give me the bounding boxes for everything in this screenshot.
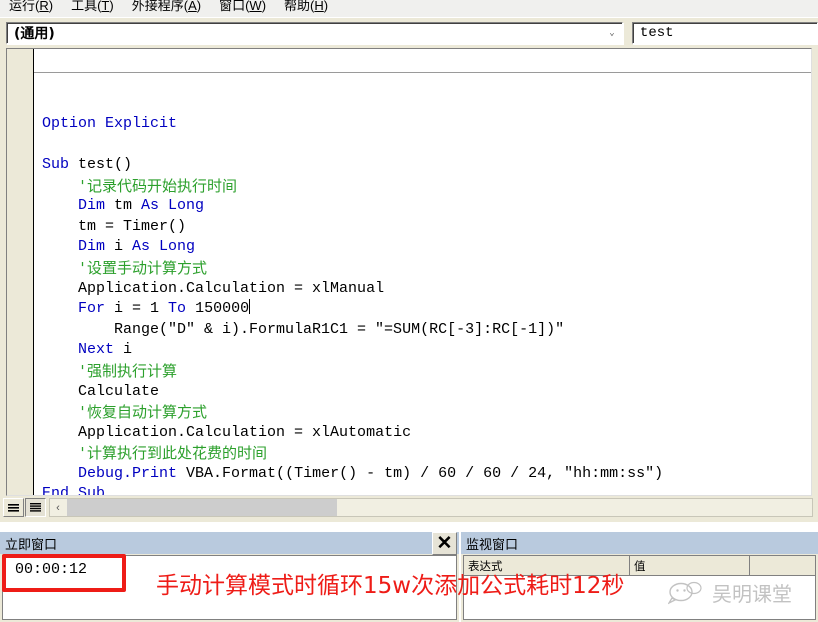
code-line: Dim tm As Long (78, 197, 205, 215)
code-window-view-toolbar: ‹ (3, 497, 813, 518)
menu-item-w[interactable]: 窗口(W) (210, 0, 275, 17)
scroll-left-arrow-icon[interactable]: ‹ (50, 499, 66, 516)
code-line: For i = 1 To 150000 (78, 299, 251, 318)
code-line: Range("D" & i).FormulaR1C1 = "=SUM(RC[-3… (114, 320, 565, 338)
code-line: tm = Timer() (78, 217, 187, 235)
code-line: Sub test() (42, 155, 133, 173)
code-line: Option Explicit (42, 114, 178, 132)
code-editor[interactable]: Option Explicit Sub test() '记录代码开始执行时间 D… (6, 48, 812, 496)
immediate-window-title: 立即窗口 (5, 537, 58, 553)
chevron-down-icon[interactable]: ⌄ (602, 23, 622, 43)
menu-item-h[interactable]: 帮助(H) (275, 0, 337, 17)
horizontal-scrollbar-thumb[interactable] (67, 499, 337, 516)
code-line: Calculate (78, 382, 160, 400)
margin-indicator-bar (7, 49, 34, 495)
object-combobox[interactable]: (通用) ⌄ (6, 22, 623, 44)
procedure-combobox-value: test (639, 25, 674, 41)
code-line: '强制执行计算 (78, 361, 178, 380)
procedure-combobox[interactable]: test (631, 22, 818, 44)
code-window-dropdown-row: (通用) ⌄ test (0, 20, 818, 46)
code-line: Next i (78, 341, 133, 359)
full-module-view-button[interactable] (25, 498, 46, 517)
full-module-view-icon (30, 503, 41, 512)
menu-item-r[interactable]: 运行(R) (0, 0, 62, 17)
code-line: '设置手动计算方式 (78, 258, 208, 277)
watch-column-value[interactable]: 值 (630, 556, 750, 575)
horizontal-scrollbar[interactable]: ‹ (49, 498, 813, 517)
close-icon[interactable]: ✕ (432, 531, 457, 555)
code-window: (通用) ⌄ test Option Explicit Sub test() '… (0, 17, 818, 522)
object-combobox-value: (通用) (14, 26, 55, 42)
annotation-note: 手动计算模式时循环15w次添加公式耗时12秒 (156, 573, 625, 599)
code-line: '计算执行到此处花费的时间 (78, 444, 268, 463)
code-line: '记录代码开始执行时间 (78, 176, 238, 195)
procedure-view-button[interactable] (3, 498, 24, 517)
option-explicit-separator (34, 72, 811, 73)
code-line: Debug.Print VBA.Format((Timer() - tm) / … (78, 464, 664, 482)
watch-window-title: 监视窗口 (466, 537, 519, 553)
menu-bar-items: 运行(R) 工具(T) 外接程序(A) 窗口(W) 帮助(H) (0, 0, 337, 17)
code-text-area[interactable]: Option Explicit Sub test() '记录代码开始执行时间 D… (34, 49, 811, 495)
menu-item-a[interactable]: 外接程序(A) (123, 0, 210, 17)
code-line: Application.Calculation = xlAutomatic (78, 423, 412, 441)
code-line: '恢复自动计算方式 (78, 403, 208, 422)
procedure-view-icon (8, 504, 19, 512)
code-line: Dim i As Long (78, 238, 196, 256)
code-line: Application.Calculation = xlManual (78, 279, 385, 297)
menu-item-t[interactable]: 工具(T) (62, 0, 123, 17)
immediate-window-titlebar: 立即窗口 ✕ (0, 531, 459, 555)
code-line: End Sub (42, 485, 106, 495)
menu-bar: 运行(R) 工具(T) 外接程序(A) 窗口(W) 帮助(H) (0, 0, 818, 17)
watch-window-titlebar: 监视窗口 (461, 532, 818, 554)
